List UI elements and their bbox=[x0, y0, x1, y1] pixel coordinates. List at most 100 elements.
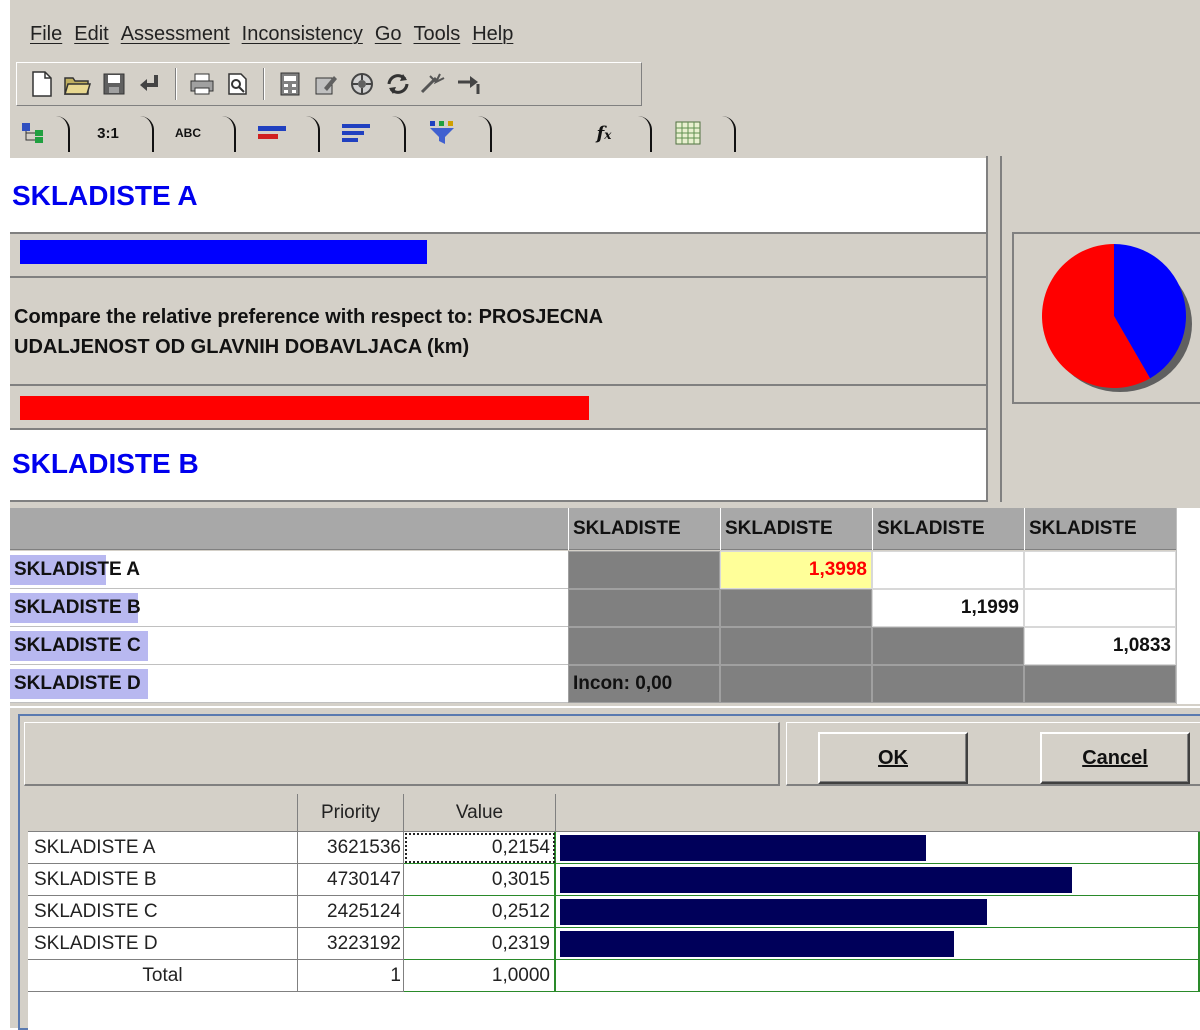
grid-total-name: Total bbox=[28, 960, 298, 992]
edit-icon[interactable] bbox=[311, 69, 341, 99]
matrix-cell[interactable] bbox=[872, 551, 1024, 589]
grid-row-bar bbox=[556, 864, 1200, 896]
matrix-row-label[interactable]: SKLADISTE B bbox=[10, 589, 568, 627]
matrix-col-header[interactable]: SKLADISTE bbox=[568, 508, 720, 550]
matrix-cell bbox=[1024, 665, 1176, 703]
grid-icon bbox=[675, 121, 701, 145]
matrix-cell[interactable]: 1,1999 bbox=[872, 589, 1024, 627]
save-icon[interactable] bbox=[99, 69, 129, 99]
item-b-bar[interactable] bbox=[20, 396, 589, 420]
item-b-bar-row bbox=[10, 388, 986, 430]
comparison-prompt-line1: Compare the relative preference with res… bbox=[14, 306, 604, 328]
cancel-button[interactable]: Cancel bbox=[1040, 732, 1190, 784]
bars-icon bbox=[258, 126, 286, 139]
priorities-dialog: OK Cancel Priority Value SKLADISTE A 362… bbox=[10, 706, 1200, 1030]
grid-row-name[interactable]: SKLADISTE D bbox=[28, 928, 298, 960]
tab-numerical[interactable]: 3:1 bbox=[78, 114, 138, 152]
grid-row-value[interactable]: 0,2512 bbox=[404, 896, 556, 928]
matrix-cell bbox=[720, 665, 872, 703]
network-icon[interactable] bbox=[347, 69, 377, 99]
menu-go[interactable]: Go bbox=[375, 23, 402, 46]
matrix-cell-selected[interactable]: 1,3998 bbox=[720, 551, 872, 589]
grid-row-priority[interactable]: 3223192 bbox=[298, 928, 404, 960]
tab-edge bbox=[140, 116, 154, 152]
tab-questionnaire[interactable] bbox=[326, 114, 386, 152]
matrix-col-header[interactable]: SKLADISTE bbox=[1024, 508, 1176, 550]
menu-tools[interactable]: Tools bbox=[414, 23, 461, 46]
toolbar-separator bbox=[175, 68, 177, 100]
matrix-col-header[interactable]: SKLADISTE bbox=[720, 508, 872, 550]
open-folder-icon[interactable] bbox=[63, 69, 93, 99]
print-preview-icon[interactable] bbox=[223, 69, 253, 99]
grid-header-value[interactable]: Value bbox=[404, 794, 556, 832]
menu-inconsistency[interactable]: Inconsistency bbox=[242, 23, 363, 46]
matrix-row: SKLADISTE C 1,0833 bbox=[10, 627, 1200, 665]
matrix-row-label[interactable]: SKLADISTE A bbox=[10, 551, 568, 589]
menu-file[interactable]: File bbox=[30, 23, 62, 46]
grid-header-bar bbox=[556, 794, 1200, 832]
matrix-cell bbox=[568, 627, 720, 665]
arrow-icon[interactable] bbox=[455, 69, 485, 99]
matrix-row-label[interactable]: SKLADISTE D bbox=[10, 665, 568, 703]
matrix-cell[interactable] bbox=[1024, 551, 1176, 589]
item-b-row: SKLADISTE B bbox=[10, 430, 986, 502]
grid-row-name[interactable]: SKLADISTE A bbox=[28, 832, 298, 864]
grid-row-priority[interactable]: 4730147 bbox=[298, 864, 404, 896]
comparison-pie bbox=[1042, 244, 1192, 392]
grid-row-name[interactable]: SKLADISTE C bbox=[28, 896, 298, 928]
grid-row-priority[interactable]: 3621536 bbox=[298, 832, 404, 864]
new-file-icon[interactable] bbox=[27, 69, 57, 99]
grid-row-value[interactable]: 0,2319 bbox=[404, 928, 556, 960]
matrix-row-label[interactable]: SKLADISTE C bbox=[10, 627, 568, 665]
grid-row-name[interactable]: SKLADISTE B bbox=[28, 864, 298, 896]
comparison-prompt-line2: UDALJENOST OD GLAVNIH DOBAVLJACA (km) bbox=[14, 336, 470, 358]
priority-bar bbox=[560, 931, 954, 957]
vertical-splitter[interactable] bbox=[986, 156, 1002, 502]
item-b-name: SKLADISTE B bbox=[12, 448, 199, 479]
comparison-matrix: SKLADISTE SKLADISTE SKLADISTE SKLADISTE … bbox=[10, 508, 1200, 704]
matrix-cell bbox=[568, 551, 720, 589]
tab-direct[interactable] bbox=[412, 114, 472, 152]
calculator-icon[interactable] bbox=[275, 69, 305, 99]
funnel-icon bbox=[430, 121, 454, 144]
menu-help[interactable]: Help bbox=[472, 23, 513, 46]
inconsistency-cell: Incon: 0,00 bbox=[568, 665, 720, 703]
tools-icon[interactable] bbox=[419, 69, 449, 99]
matrix-cell bbox=[568, 589, 720, 627]
grid-row-bar bbox=[556, 928, 1200, 960]
app-window: File Edit Assessment Inconsistency Go To… bbox=[10, 0, 1200, 1030]
matrix-col-header[interactable]: SKLADISTE bbox=[872, 508, 1024, 550]
grid-row-value[interactable]: 0,2154 bbox=[404, 832, 556, 864]
matrix-header: SKLADISTE SKLADISTE SKLADISTE SKLADISTE bbox=[10, 508, 1176, 550]
tab-tree[interactable] bbox=[10, 114, 60, 152]
tab-edge bbox=[638, 116, 652, 152]
matrix-cell[interactable] bbox=[1024, 589, 1176, 627]
grid-row-value[interactable]: 0,3015 bbox=[404, 864, 556, 896]
window-left-edge bbox=[0, 0, 10, 1028]
undo-icon[interactable] bbox=[135, 69, 165, 99]
tab-verbal[interactable]: ABC bbox=[158, 114, 218, 152]
fx-icon: fx bbox=[596, 122, 612, 144]
menu-edit[interactable]: Edit bbox=[74, 23, 108, 46]
ok-button[interactable]: OK bbox=[818, 732, 968, 784]
grid-row-priority[interactable]: 2425124 bbox=[298, 896, 404, 928]
priorities-grid: Priority Value SKLADISTE A 3621536 0,215… bbox=[28, 794, 1200, 1030]
matrix-scrollbar[interactable] bbox=[1176, 508, 1200, 704]
matrix-cell[interactable]: 1,0833 bbox=[1024, 627, 1176, 665]
print-icon[interactable] bbox=[187, 69, 217, 99]
tab-formula[interactable]: fx bbox=[576, 114, 632, 152]
tab-data-grid[interactable] bbox=[658, 114, 718, 152]
refresh-icon[interactable] bbox=[383, 69, 413, 99]
menu-bar: File Edit Assessment Inconsistency Go To… bbox=[10, 14, 1200, 54]
tab-graphical[interactable] bbox=[242, 114, 302, 152]
grid-header-priority[interactable]: Priority bbox=[298, 794, 404, 832]
tab-edge bbox=[392, 116, 406, 152]
grid-row-bar bbox=[556, 896, 1200, 928]
priority-bar bbox=[560, 867, 1072, 893]
menu-assessment[interactable]: Assessment bbox=[121, 23, 230, 46]
dialog-header-left bbox=[24, 722, 780, 786]
item-a-name: SKLADISTE A bbox=[12, 180, 198, 211]
item-a-bar[interactable] bbox=[20, 240, 427, 264]
grid-total-priority: 1 bbox=[298, 960, 404, 992]
matrix-cell bbox=[720, 589, 872, 627]
